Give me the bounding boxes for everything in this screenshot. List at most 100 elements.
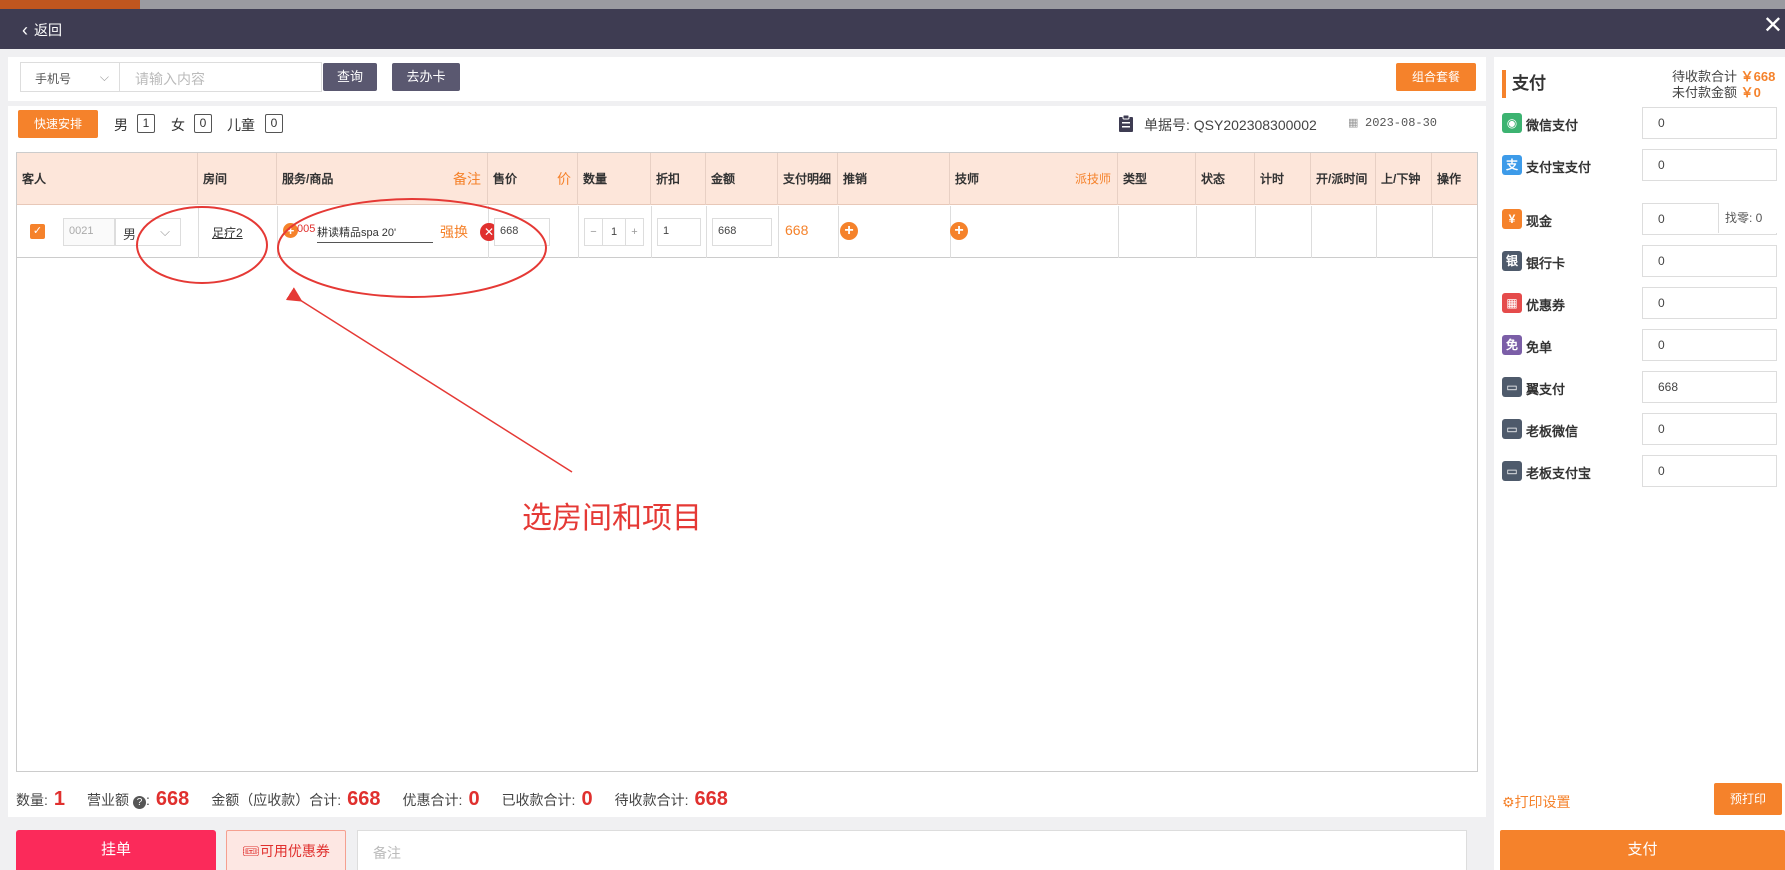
received-total: 0 bbox=[581, 788, 593, 810]
payment-method-label: 现金 bbox=[1526, 214, 1553, 229]
go-card-button[interactable]: 去办卡 bbox=[392, 63, 460, 91]
row-checkbox[interactable]: ✓ bbox=[30, 224, 45, 239]
payment-amount-input[interactable]: 0 bbox=[1642, 107, 1777, 139]
payment-amount-input[interactable]: 0 bbox=[1642, 413, 1777, 445]
child-label: 儿童 bbox=[227, 117, 255, 133]
female-label: 女 bbox=[171, 117, 185, 133]
table-header: 客人 房间 服务/商品 备注 售价 价 数量 折扣 金额 支付明细 推销 技师 … bbox=[17, 153, 1477, 205]
title-bar: ‹ 返回 ✕ bbox=[0, 9, 1785, 49]
plus-icon[interactable]: + bbox=[625, 219, 643, 245]
payment-amount-input[interactable]: 668 bbox=[1642, 371, 1777, 403]
qty-value: 1 bbox=[610, 226, 618, 238]
payment-method-row: ▭ 老板微信 0 bbox=[1502, 413, 1785, 445]
payment-amount-input[interactable]: 0 bbox=[1642, 245, 1777, 277]
payment-method-row: 支支付宝支付 0 bbox=[1502, 149, 1785, 181]
th-guest: 客人 bbox=[17, 153, 198, 205]
male-count[interactable]: 1 bbox=[137, 114, 155, 133]
coupon-label: 可用优惠券 bbox=[259, 843, 330, 859]
print-settings-link[interactable]: ⚙打印设置 bbox=[1502, 792, 1571, 812]
th-qty: 数量 bbox=[578, 153, 651, 205]
chevron-down-icon: ⌵ bbox=[99, 70, 109, 84]
ticket-icon: 🎟 bbox=[242, 843, 260, 859]
remark-link[interactable]: 备注 bbox=[453, 153, 481, 205]
search-type-select[interactable]: 手机号 ⌵ bbox=[20, 62, 120, 92]
annotation-text: 选房间和项目 bbox=[522, 502, 702, 535]
price-link[interactable]: 价 bbox=[557, 153, 571, 205]
top-strip bbox=[0, 0, 1785, 9]
th-tech: 技师 派技师 bbox=[950, 153, 1118, 205]
hang-order-button[interactable]: 挂单 bbox=[16, 830, 216, 870]
combo-package-button[interactable]: 组合套餐 bbox=[1396, 63, 1476, 91]
cash-icon: ¥ bbox=[1502, 209, 1522, 229]
payment-amount-input[interactable]: 0 bbox=[1642, 287, 1777, 319]
minus-icon[interactable]: − bbox=[585, 219, 603, 245]
boss-alipay-icon: ▭ bbox=[1502, 461, 1522, 481]
gender-value: 男 bbox=[123, 227, 137, 242]
search-input[interactable]: 请输入内容 bbox=[120, 62, 322, 92]
boss-wechat-icon: ▭ bbox=[1502, 419, 1522, 439]
th-service-label: 服务/商品 bbox=[282, 172, 334, 186]
close-icon[interactable]: ✕ bbox=[1763, 14, 1783, 38]
payment-method-row: 免免单 0 bbox=[1502, 329, 1785, 361]
force-swap-link[interactable]: 强换 bbox=[440, 222, 468, 242]
th-pay-detail: 支付明细 bbox=[778, 153, 838, 205]
back-button[interactable]: ‹ 返回 bbox=[22, 20, 62, 40]
unpaid-summary: 未付款金额 ￥0 bbox=[1672, 82, 1761, 101]
add-promo-icon[interactable]: + bbox=[840, 222, 858, 240]
payment-method-row: ▦ 优惠券 0 bbox=[1502, 287, 1785, 319]
payment-title: 支付 bbox=[1502, 70, 1546, 98]
child-count[interactable]: 0 bbox=[265, 114, 283, 133]
change-field: 找零: 0 bbox=[1718, 203, 1784, 233]
discount-label: 优惠合计: bbox=[402, 792, 463, 808]
male-label: 男 bbox=[114, 117, 128, 133]
pay-button[interactable]: 支付 bbox=[1500, 830, 1785, 870]
order-table: 客人 房间 服务/商品 备注 售价 价 数量 折扣 金额 支付明细 推销 技师 … bbox=[16, 152, 1478, 772]
discount-input[interactable]: 1 bbox=[657, 218, 701, 246]
qty-stepper[interactable]: − 1 + bbox=[584, 218, 644, 246]
service-name-field[interactable]: 耕读精品spa 20' bbox=[317, 221, 433, 243]
pay-detail-value[interactable]: 668 bbox=[785, 222, 808, 238]
th-ops: 操作 bbox=[1437, 172, 1462, 186]
th-price: 售价 价 bbox=[488, 153, 578, 205]
coupon-icon: ▦ bbox=[1502, 293, 1522, 313]
pending-label: 待收款合计: bbox=[614, 792, 689, 808]
payment-method-label: 翼支付 bbox=[1526, 382, 1566, 397]
wechat-icon: ◉ bbox=[1502, 113, 1522, 133]
separator bbox=[8, 101, 1486, 106]
back-label: 返回 bbox=[34, 22, 62, 38]
th-tech-label: 技师 bbox=[955, 172, 980, 186]
available-coupon-button[interactable]: 🎟可用优惠券 bbox=[226, 830, 346, 870]
room-link[interactable]: 足疗2 bbox=[212, 224, 243, 241]
amount-total: 668 bbox=[347, 788, 381, 810]
yipay-icon: ▭ bbox=[1502, 377, 1522, 397]
revenue-label: 营业额 bbox=[87, 792, 130, 808]
add-service-icon[interactable]: + bbox=[283, 223, 298, 238]
payment-amount-input[interactable]: 0 bbox=[1642, 329, 1777, 361]
payment-method-label: 银行卡 bbox=[1526, 256, 1566, 271]
payment-amount-input[interactable]: 0 bbox=[1642, 149, 1777, 181]
amount-label: 金额（应收款）合计: bbox=[211, 792, 342, 808]
unpaid-summary-value: ￥0 bbox=[1740, 85, 1761, 100]
qty-label: 数量: bbox=[16, 792, 48, 808]
note-input[interactable]: 备注 bbox=[357, 830, 1467, 870]
quick-arrange-button[interactable]: 快速安排 bbox=[18, 110, 98, 138]
th-room: 房间 bbox=[198, 153, 277, 205]
amount-input[interactable]: 668 bbox=[712, 218, 772, 246]
bank-card-icon: 银 bbox=[1502, 251, 1522, 271]
guest-number-field[interactable]: 0021 bbox=[63, 218, 115, 246]
th-timer: 计时 bbox=[1255, 153, 1311, 205]
preprint-button[interactable]: 预打印 bbox=[1714, 783, 1782, 815]
add-tech-icon[interactable]: + bbox=[950, 222, 968, 240]
order-date: 2023-08-30 bbox=[1365, 116, 1438, 130]
help-icon[interactable]: ? bbox=[133, 796, 147, 809]
payment-method-label: 优惠券 bbox=[1526, 298, 1566, 313]
female-count[interactable]: 0 bbox=[194, 114, 212, 133]
gender-select[interactable]: 男 ⌵ bbox=[115, 218, 181, 246]
query-button[interactable]: 查询 bbox=[323, 63, 377, 91]
th-amount: 金额 bbox=[706, 153, 778, 205]
payment-amount-input[interactable]: 0 bbox=[1642, 455, 1777, 487]
search-type-value: 手机号 bbox=[35, 72, 72, 86]
price-input[interactable]: 668 bbox=[494, 218, 550, 246]
assign-tech-link[interactable]: 派技师 bbox=[1075, 153, 1111, 205]
payment-method-label: 支付宝支付 bbox=[1526, 160, 1592, 175]
